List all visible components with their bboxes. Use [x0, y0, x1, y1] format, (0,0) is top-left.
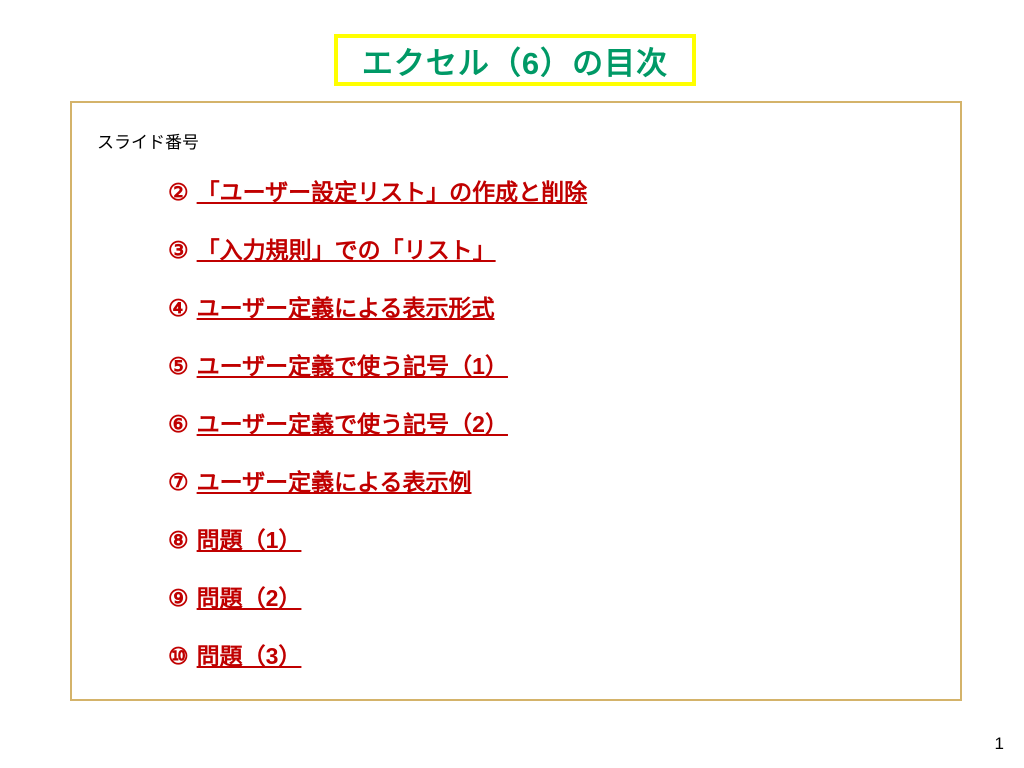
- toc-item: ⑧ 問題（1）: [168, 521, 587, 555]
- page-number: 1: [995, 734, 1004, 754]
- toc-marker: ⑩: [168, 643, 189, 670]
- toc-link[interactable]: ユーザー定義による表示例: [197, 463, 472, 497]
- toc-link[interactable]: 問題（1）: [197, 521, 302, 555]
- toc-marker: ⑧: [168, 527, 189, 554]
- toc-link[interactable]: 問題（2）: [197, 579, 302, 613]
- toc-link[interactable]: 「入力規則」での「リスト」: [197, 231, 496, 265]
- toc-marker: ②: [168, 179, 189, 206]
- toc-marker: ④: [168, 295, 189, 322]
- toc-item: ⑨ 問題（2）: [168, 579, 587, 613]
- toc-item: ③ 「入力規則」での「リスト」: [168, 231, 587, 265]
- page-title: エクセル（6）の目次: [362, 38, 668, 83]
- toc-marker: ⑦: [168, 469, 189, 496]
- toc-link[interactable]: ユーザー定義で使う記号（1）: [197, 347, 508, 381]
- toc-link[interactable]: ユーザー定義による表示形式: [197, 289, 495, 323]
- toc-item: ② 「ユーザー設定リスト」の作成と削除: [168, 173, 587, 207]
- slide-number-label: スライド番号: [97, 128, 199, 153]
- toc-marker: ⑤: [168, 353, 189, 380]
- toc-link[interactable]: 問題（3）: [197, 637, 302, 671]
- toc-marker: ③: [168, 237, 189, 264]
- toc-item: ④ ユーザー定義による表示形式: [168, 289, 587, 323]
- toc-item: ⑩ 問題（3）: [168, 637, 587, 671]
- toc-marker: ⑥: [168, 411, 189, 438]
- content-box: スライド番号 ② 「ユーザー設定リスト」の作成と削除 ③ 「入力規則」での「リス…: [70, 101, 962, 701]
- toc-link[interactable]: 「ユーザー設定リスト」の作成と削除: [197, 173, 588, 207]
- toc-item: ⑥ ユーザー定義で使う記号（2）: [168, 405, 587, 439]
- toc-item: ⑦ ユーザー定義による表示例: [168, 463, 587, 497]
- toc-item: ⑤ ユーザー定義で使う記号（1）: [168, 347, 587, 381]
- toc-list: ② 「ユーザー設定リスト」の作成と削除 ③ 「入力規則」での「リスト」 ④ ユー…: [168, 173, 587, 695]
- toc-link[interactable]: ユーザー定義で使う記号（2）: [197, 405, 508, 439]
- toc-marker: ⑨: [168, 585, 189, 612]
- title-box: エクセル（6）の目次: [334, 34, 696, 86]
